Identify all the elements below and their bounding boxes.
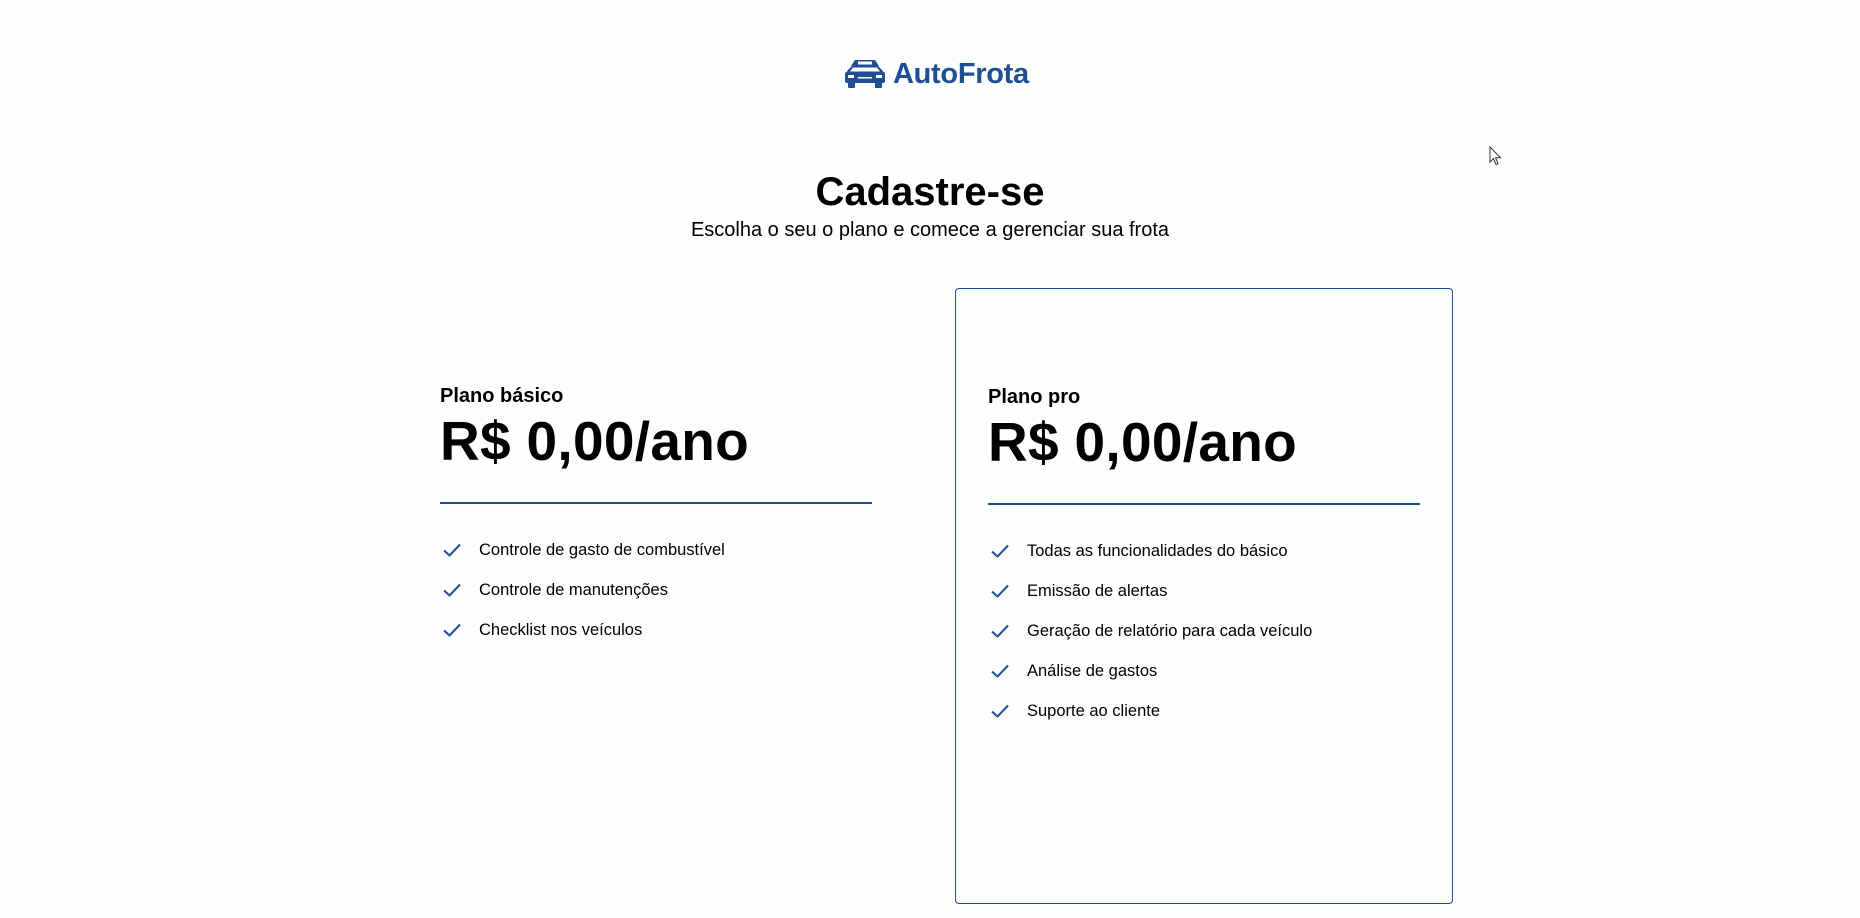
plan-card-basic[interactable]: Plano básico R$ 0,00/ano Controle de gas… [440, 288, 876, 904]
plan-divider [988, 503, 1420, 505]
feature-label: Controle de gasto de combustível [479, 540, 725, 559]
plan-divider [440, 502, 872, 504]
brand-logo[interactable]: AutoFrota [843, 56, 1029, 92]
feature-label: Suporte ao cliente [1027, 701, 1161, 720]
plan-price: R$ 0,00/ano [988, 411, 1297, 473]
page-subtitle: Escolha o seu o plano e comece a gerenci… [690, 219, 1170, 241]
check-icon [443, 623, 461, 637]
brand-name: AutoFrota [893, 58, 1029, 90]
check-icon [991, 704, 1009, 718]
feature-item: Análise de gastos [988, 651, 1420, 691]
feature-label: Checklist nos veículos [479, 620, 643, 639]
check-icon [443, 543, 461, 557]
check-icon [991, 544, 1009, 558]
feature-item: Checklist nos veículos [440, 610, 872, 650]
check-icon [991, 664, 1009, 678]
signup-page: AutoFrota Cadastre-se Escolha o seu o pl… [0, 0, 1860, 918]
plan-price: R$ 0,00/ano [440, 410, 749, 472]
feature-label: Emissão de alertas [1027, 581, 1168, 600]
feature-label: Geração de relatório para cada veículo [1027, 621, 1313, 640]
check-icon [991, 584, 1009, 598]
feature-label: Análise de gastos [1027, 661, 1158, 680]
page-title: Cadastre-se [815, 170, 1045, 214]
feature-item: Geração de relatório para cada veículo [988, 611, 1420, 651]
car-fleet-icon [845, 60, 885, 88]
feature-label: Controle de manutenções [479, 580, 668, 599]
mouse-cursor-icon [1489, 146, 1502, 166]
feature-item: Suporte ao cliente [988, 691, 1420, 731]
feature-item: Controle de manutenções [440, 570, 872, 610]
plan-name: Plano básico [440, 385, 564, 407]
feature-item: Emissão de alertas [988, 571, 1420, 611]
feature-list: Controle de gasto de combustível Control… [440, 530, 872, 650]
feature-list: Todas as funcionalidades do básico Emiss… [988, 531, 1420, 731]
plan-card-pro[interactable]: Plano pro R$ 0,00/ano Todas as funcional… [955, 288, 1453, 904]
check-icon [443, 583, 461, 597]
page-heading: Cadastre-se Escolha o seu o plano e come… [0, 166, 1860, 242]
plan-name: Plano pro [988, 386, 1081, 408]
feature-item: Controle de gasto de combustível [440, 530, 872, 570]
feature-item: Todas as funcionalidades do básico [988, 531, 1420, 571]
check-icon [991, 624, 1009, 638]
plan-content: Plano básico R$ 0,00/ano Controle de gas… [440, 384, 872, 650]
feature-label: Todas as funcionalidades do básico [1027, 541, 1288, 560]
plan-content: Plano pro R$ 0,00/ano Todas as funcional… [988, 385, 1420, 731]
